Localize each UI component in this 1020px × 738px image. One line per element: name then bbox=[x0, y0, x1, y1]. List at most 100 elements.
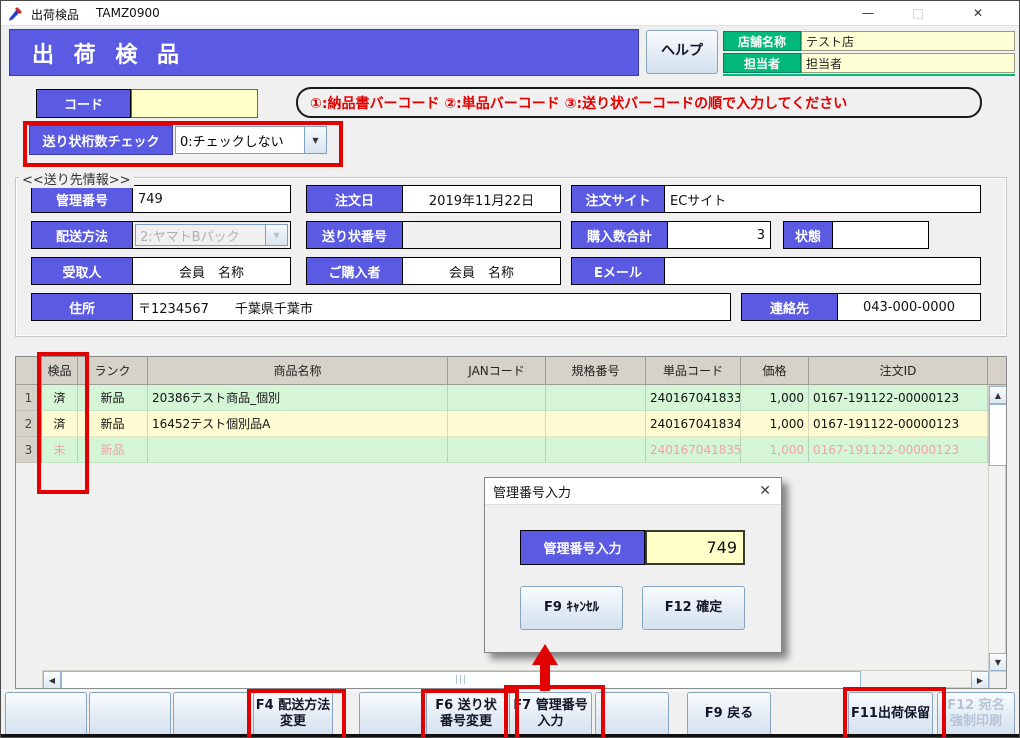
table-row[interactable]: 2 済 新品 16452テスト個別品A 240167041834 1,000 0… bbox=[16, 411, 1006, 437]
maximize-icon[interactable]: □ bbox=[896, 1, 940, 25]
status-label: 状態 bbox=[784, 222, 833, 248]
cell-product-name bbox=[148, 437, 448, 463]
scroll-left-icon[interactable]: ◀ bbox=[43, 671, 61, 689]
purchase-qty-field: 購入数合計 3 bbox=[571, 221, 771, 249]
cell-order-id: 0167-191122-00000123 bbox=[809, 385, 988, 411]
vertical-scroll-thumb[interactable] bbox=[989, 404, 1007, 466]
purchaser-field: ご購入者 会員 名称 bbox=[306, 257, 561, 285]
horizontal-scrollbar[interactable]: ◀ ||| ▶ bbox=[42, 670, 990, 688]
dialog-ok-button[interactable]: F12 確定 bbox=[642, 586, 745, 630]
footer-button-empty-5[interactable] bbox=[595, 692, 669, 736]
store-name-label: 店舗名称 bbox=[723, 31, 801, 51]
help-button[interactable]: ヘルプ bbox=[646, 30, 718, 74]
cell-jan-code bbox=[448, 411, 546, 437]
chevron-down-icon: ▼ bbox=[265, 225, 287, 245]
footer-button-empty-1[interactable] bbox=[5, 692, 87, 736]
cell-rank: 新品 bbox=[78, 437, 148, 463]
f7-management-no-button[interactable]: F7 管理番号 入力 bbox=[509, 692, 592, 736]
purchaser-label: ご購入者 bbox=[307, 258, 403, 284]
window-app-code: TAMZ0900 bbox=[96, 6, 160, 20]
close-icon[interactable]: ✕ bbox=[956, 1, 1000, 25]
col-header-spec-no[interactable]: 規格番号 bbox=[546, 357, 646, 385]
management-no-label: 管理番号 bbox=[32, 186, 133, 212]
slip-no-field: 送り状番号 bbox=[306, 221, 561, 249]
scroll-down-icon[interactable]: ▼ bbox=[989, 653, 1007, 671]
contact-field: 連絡先 043-000-0000 bbox=[741, 293, 981, 321]
scroll-right-icon[interactable]: ▶ bbox=[971, 671, 989, 689]
status-field: 状態 bbox=[783, 221, 929, 249]
code-label: コード bbox=[36, 89, 131, 118]
cell-kenpin: 未 bbox=[42, 437, 78, 463]
col-header-rank[interactable]: ランク bbox=[78, 357, 148, 385]
row-number: 1 bbox=[16, 385, 42, 411]
horizontal-scroll-thumb[interactable]: ||| bbox=[61, 671, 861, 689]
dialog-title: 管理番号入力 bbox=[485, 482, 749, 501]
store-name-value: テスト店 bbox=[801, 31, 1015, 51]
address-value: 〒1234567 千葉県千葉市 bbox=[133, 294, 730, 320]
dialog-management-no-input[interactable]: 749 bbox=[645, 530, 745, 565]
order-site-field: 注文サイト ECサイト bbox=[571, 185, 981, 213]
table-row[interactable]: 1 済 新品 20386テスト商品_個別 240167041833 1,000 … bbox=[16, 385, 1006, 411]
col-header-price[interactable]: 価格 bbox=[741, 357, 809, 385]
contact-value: 043-000-0000 bbox=[838, 294, 980, 320]
page-title: 出 荷 検 品 bbox=[9, 29, 639, 76]
window-bottom-edge bbox=[1, 734, 1019, 737]
f6-slip-no-change-button[interactable]: F6 送り状 番号変更 bbox=[426, 692, 506, 736]
scroll-up-icon[interactable]: ▲ bbox=[989, 386, 1007, 404]
footer-button-empty-2[interactable] bbox=[89, 692, 171, 736]
instruction-text: ①:納品書バーコード ②:単品バーコード ③:送り状バーコードの順で入力してくだ… bbox=[310, 93, 847, 113]
table-row[interactable]: 3 未 新品 240167041835 1,000 0167-191122-00… bbox=[16, 437, 1006, 463]
staff-label: 担当者 bbox=[723, 53, 801, 73]
address-label: 住所 bbox=[32, 294, 133, 320]
email-value bbox=[665, 258, 980, 284]
col-header-item-code[interactable]: 単品コード bbox=[646, 357, 741, 385]
vertical-scrollbar[interactable]: ▲ ▼ bbox=[988, 385, 1006, 672]
cell-order-id: 0167-191122-00000123 bbox=[809, 437, 988, 463]
f11-ship-hold-button[interactable]: F11出荷保留 bbox=[848, 692, 933, 736]
f9-back-button[interactable]: F9 戻る bbox=[687, 692, 771, 736]
order-date-value: 2019年11月22日 bbox=[403, 186, 560, 212]
receiver-value: 会員 名称 bbox=[133, 258, 290, 284]
order-site-value: ECサイト bbox=[665, 186, 980, 212]
cell-spec-no bbox=[546, 411, 646, 437]
contact-label: 連絡先 bbox=[742, 294, 838, 320]
f4-delivery-method-button[interactable]: F4 配送方法 変更 bbox=[253, 692, 333, 736]
footer-button-empty-3[interactable] bbox=[173, 692, 255, 736]
minimize-icon[interactable]: — bbox=[846, 1, 890, 25]
window-title: 出荷検品 bbox=[31, 6, 79, 23]
receiver-label: 受取人 bbox=[32, 258, 133, 284]
app-window: 出荷検品 TAMZ0900 — □ ✕ 出 荷 検 品 ヘルプ 店舗名称 テスト… bbox=[0, 0, 1020, 738]
order-date-label: 注文日 bbox=[307, 186, 403, 212]
cell-price: 1,000 bbox=[741, 411, 809, 437]
col-header-order-id[interactable]: 注文ID bbox=[809, 357, 988, 385]
col-header-jan-code[interactable]: JANコード bbox=[448, 357, 546, 385]
purchase-qty-label: 購入数合計 bbox=[572, 222, 668, 248]
col-header-product-name[interactable]: 商品名称 bbox=[148, 357, 448, 385]
slip-digit-check-select[interactable]: 0:チェックしない ▼ bbox=[175, 126, 327, 154]
table-header-row: 検品 ランク 商品名称 JANコード 規格番号 単品コード 価格 注文ID bbox=[16, 357, 1006, 385]
app-icon bbox=[8, 6, 23, 21]
delivery-method-field: 配送方法 2:ヤマトBパック ▼ bbox=[31, 221, 291, 249]
slip-no-value bbox=[403, 222, 560, 248]
cell-price: 1,000 bbox=[741, 437, 809, 463]
row-number: 2 bbox=[16, 411, 42, 437]
chevron-down-icon[interactable]: ▼ bbox=[304, 127, 326, 153]
email-field: Eメール bbox=[571, 257, 981, 285]
code-input[interactable] bbox=[131, 89, 258, 118]
dialog-cancel-button[interactable]: F9 ｷｬﾝｾﾙ bbox=[520, 586, 623, 630]
cell-jan-code bbox=[448, 437, 546, 463]
cell-product-name: 20386テスト商品_個別 bbox=[148, 385, 448, 411]
col-header-kenpin[interactable]: 検品 bbox=[42, 357, 78, 385]
instruction-box: ①:納品書バーコード ②:単品バーコード ③:送り状バーコードの順で入力してくだ… bbox=[296, 87, 982, 118]
slip-digit-check-label: 送り状桁数チェック bbox=[29, 125, 173, 155]
management-no-value: 749 bbox=[133, 186, 290, 212]
annotation-arrow-shaft bbox=[540, 662, 550, 691]
cell-jan-code bbox=[448, 385, 546, 411]
status-value bbox=[833, 222, 928, 248]
f12-forced-print-button[interactable]: F12 宛名 強制印刷 bbox=[937, 692, 1015, 736]
order-date-field: 注文日 2019年11月22日 bbox=[306, 185, 561, 213]
cell-item-code: 240167041834 bbox=[646, 411, 741, 437]
cell-spec-no bbox=[546, 385, 646, 411]
delivery-method-select: 2:ヤマトBパック ▼ bbox=[135, 224, 288, 246]
dialog-close-icon[interactable]: ✕ bbox=[749, 483, 781, 499]
